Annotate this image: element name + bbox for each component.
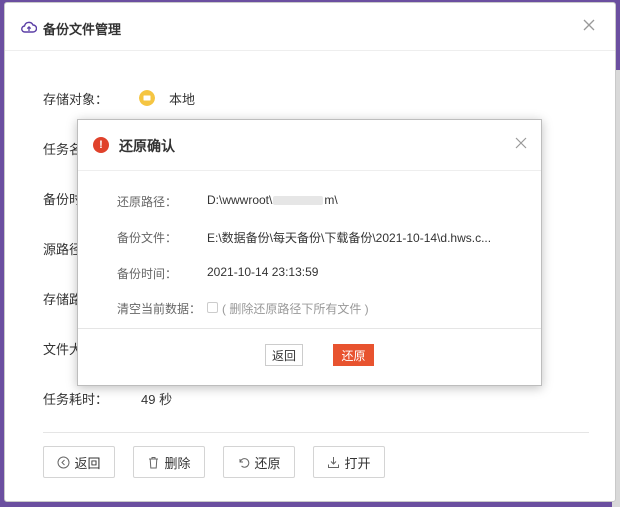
clear-data-label: 清空当前数据： — [117, 302, 202, 316]
download-icon — [328, 456, 340, 468]
footer-divider — [78, 328, 541, 329]
back-button-label: 返回 — [74, 455, 101, 471]
back-circle-icon — [57, 456, 70, 468]
backup-file-value: E:\数据备份\每天备份\下载备份\2021-10-14\d.hws.c... — [207, 231, 492, 245]
duration-value: 49 秒 — [141, 392, 173, 407]
backup-time-value: 2021-10-14 23:13:59 — [207, 265, 319, 279]
restore-confirm-dialog: ! 还原确认 还原路径： D:\wwwroot\ m\ 备份文件： E:\数据备份… — [77, 119, 542, 386]
close-icon[interactable] — [581, 17, 597, 33]
delete-button-label: 删除 — [164, 455, 191, 471]
duration-label: 任务耗时： — [43, 392, 109, 407]
confirm-restore-button[interactable]: 还原 — [333, 344, 374, 366]
undo-icon — [239, 457, 250, 468]
trash-icon — [149, 456, 159, 468]
open-button[interactable]: 打开 — [313, 446, 385, 478]
clear-data-checkbox[interactable] — [207, 302, 218, 313]
storage-value: 本地 — [169, 92, 196, 107]
backup-file-label: 备份文件： — [117, 231, 178, 245]
confirm-back-button[interactable]: 返回 — [265, 344, 303, 366]
divider — [43, 432, 589, 433]
folder-icon — [139, 90, 155, 106]
confirm-header: ! 还原确认 — [78, 120, 541, 171]
warning-icon: ! — [93, 137, 109, 153]
close-icon[interactable] — [515, 137, 527, 149]
redacted-block — [273, 196, 324, 206]
restore-path-value: D:\wwwroot\ m\ — [207, 193, 338, 207]
back-button[interactable]: 返回 — [43, 446, 115, 478]
cloud-upload-icon — [21, 21, 37, 33]
restore-action-button[interactable]: 还原 — [223, 446, 295, 478]
dialog-header: 备份文件管理 — [5, 3, 615, 51]
backup-time-label: 备份时间： — [117, 267, 178, 281]
dialog-title: 备份文件管理 — [43, 22, 122, 37]
confirm-title: 还原确认 — [119, 138, 175, 154]
restore-path-prefix: D:\wwwroot\ — [207, 193, 273, 207]
restore-path-suffix: m\ — [324, 193, 338, 207]
storage-label: 存储对象： — [43, 92, 109, 107]
clear-data-hint: ( 删除还原路径下所有文件 ) — [222, 302, 369, 316]
delete-button[interactable]: 删除 — [133, 446, 205, 478]
restore-path-label: 还原路径： — [117, 195, 178, 209]
restore-action-label: 还原 — [254, 455, 281, 471]
open-button-label: 打开 — [344, 455, 371, 471]
